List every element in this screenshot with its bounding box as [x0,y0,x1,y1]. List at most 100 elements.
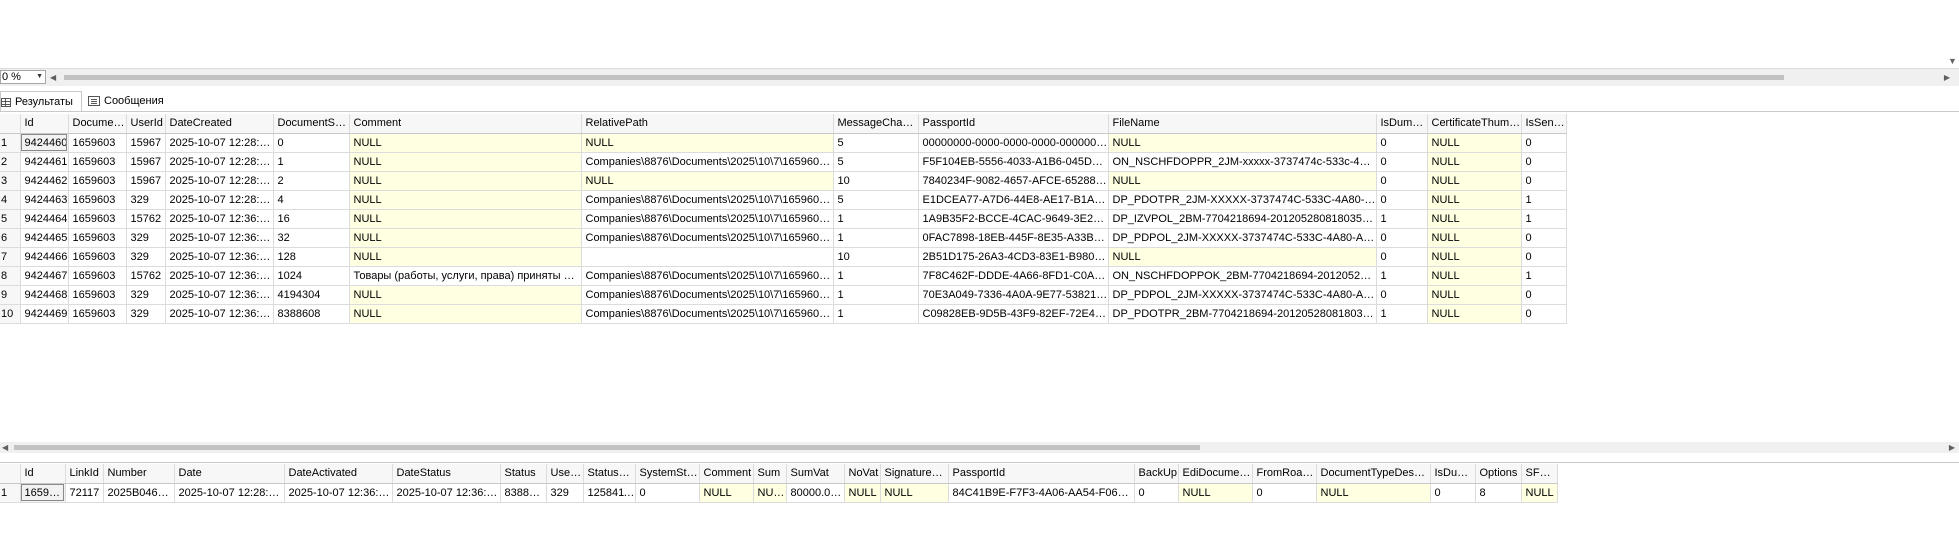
table-cell[interactable]: 2025-10-07 12:28:40.650 [174,483,285,503]
editor-vertical-scrollbar[interactable]: ▼ [1945,0,1959,68]
table-cell[interactable]: 2025-10-07 12:36:33.483 [392,483,501,503]
table-cell[interactable]: DP_PDOTPR_2BM-7704218694-201205280818035… [1108,304,1377,324]
table-row[interactable]: 194244601659603159672025-10-07 12:28:40.… [0,133,1567,153]
table-cell[interactable]: 2025-10-07 12:28:40.667 [165,133,274,153]
table-cell[interactable]: ON_NSCHFDOPPOK_2BM-7704218694-2012052808… [1108,266,1377,286]
column-header[interactable]: Id [20,464,66,484]
row-number[interactable]: 5 [0,209,21,229]
table-cell[interactable]: 9424463 [20,190,69,210]
results-table-1[interactable]: Id DocumentId UserId DateCreated DocumentSta… [0,114,1567,324]
table-cell[interactable]: 0FAC7898-18EB-445F-8E35-A33B77FFAB2C [918,228,1109,248]
table-cell[interactable]: 329 [546,483,584,503]
table-cell[interactable]: NULL [349,209,582,229]
zoom-dropdown[interactable]: 0 % ▼ [0,70,46,84]
column-header[interactable]: PassportId [948,464,1135,484]
table-cell[interactable]: 2025-10-07 12:28:41.277 [165,171,274,191]
table-cell[interactable]: DP_PDPOL_2JM-XXXXX-3737474C-533C-4A80-A2… [1108,228,1377,248]
row-number[interactable]: 2 [0,152,21,172]
table-cell[interactable]: NULL [1427,152,1522,172]
table-cell[interactable]: NULL [1427,171,1522,191]
row-number[interactable]: 9 [0,285,21,305]
table-cell[interactable]: NULL [1316,483,1431,503]
table-cell[interactable]: 2025-10-07 12:36:32.710 [165,266,274,286]
table-cell[interactable]: 72117 [65,483,104,503]
table-cell[interactable]: 1 [833,285,919,305]
table-cell[interactable]: 1 [1521,190,1567,210]
table-cell[interactable]: 329 [126,190,166,210]
table-cell[interactable]: Companies\8876\Documents\2025\10\7\16596… [581,209,834,229]
table-row[interactable]: 11659603721172025B04676972025-10-07 12:2… [0,483,1558,503]
column-header[interactable]: RelativePath [581,114,834,134]
table-cell[interactable]: NULL [1108,247,1377,267]
table-cell[interactable]: 1659603 [68,171,127,191]
table-cell[interactable]: NULL [1427,190,1522,210]
table-cell[interactable]: 1659603 [68,247,127,267]
table-cell[interactable]: 1 [1376,266,1428,286]
table-cell[interactable]: 15762 [126,266,166,286]
table-cell[interactable]: 5 [833,152,919,172]
table-row[interactable]: 10942446916596033292025-10-07 12:36:33.2… [0,304,1567,324]
table-cell[interactable]: 1 [833,304,919,324]
table-cell[interactable]: 00000000-0000-0000-0000-000000000000 [918,133,1109,153]
table-cell[interactable]: 9424469 [20,304,69,324]
table-row[interactable]: 294244611659603159672025-10-07 12:28:41.… [0,152,1567,172]
table-cell[interactable]: 9424461 [20,152,69,172]
table-cell[interactable]: 0 [1521,285,1567,305]
table-cell[interactable]: 1A9B35F2-BCCE-4CAC-9649-3E27CA0FD27A [918,209,1109,229]
row-number-header[interactable] [0,464,21,484]
table-cell[interactable]: NULL [1427,228,1522,248]
column-header[interactable]: FileName [1108,114,1377,134]
column-header[interactable]: DateActivated [284,464,393,484]
table-cell[interactable]: NULL [753,483,787,503]
table-cell[interactable]: 10 [833,247,919,267]
table-cell[interactable]: 4194304 [273,285,350,305]
table-cell[interactable]: Companies\8876\Documents\2025\10\7\16596… [581,304,834,324]
editor-horizontal-scrollbar[interactable]: ◀ ▶ [50,72,1950,83]
table-cell[interactable]: 16 [273,209,350,229]
table-row[interactable]: 4942446316596033292025-10-07 12:28:41.93… [0,190,1567,210]
table-cell[interactable]: NULL [1521,483,1558,503]
table-cell[interactable]: NULL [349,152,582,172]
scroll-left-icon[interactable]: ◀ [2,442,8,453]
column-header[interactable]: DocumentStatus [273,114,350,134]
column-header[interactable]: Status [500,464,547,484]
table-cell[interactable]: 2B51D175-26A3-4CD3-83E1-B98073F64423 [918,247,1109,267]
column-header[interactable]: SFCorrection [1521,464,1558,484]
scroll-down-icon[interactable]: ▼ [1948,56,1957,66]
table-cell[interactable]: 4 [273,190,350,210]
column-header[interactable]: FromRoaming [1252,464,1317,484]
scroll-left-icon[interactable]: ◀ [50,72,56,83]
table-cell[interactable]: NULL [349,133,582,153]
results-grid-1[interactable]: Id DocumentId UserId DateCreated DocumentSta… [0,111,1959,453]
column-header[interactable]: BackUp [1134,464,1179,484]
column-header[interactable]: IsDumped [1430,464,1476,484]
table-cell[interactable]: DP_PDOTPR_2JM-XXXXX-3737474C-533C-4A80-A… [1108,190,1377,210]
column-header[interactable]: UserId [126,114,166,134]
table-cell[interactable]: NULL [581,133,834,153]
table-cell[interactable]: NULL [1108,133,1377,153]
table-cell[interactable]: 1659603 [68,285,127,305]
column-header[interactable]: CertificateThumbprint [1427,114,1522,134]
table-cell[interactable]: 2025-10-07 12:36:19.567 [165,247,274,267]
tab-results[interactable]: Результаты [0,91,82,111]
table-cell[interactable]: 8388608 [500,483,547,503]
table-cell[interactable]: NULL [581,171,834,191]
table-cell[interactable]: NULL [1108,171,1377,191]
table-cell[interactable]: 329 [126,304,166,324]
table-cell[interactable]: Companies\8876\Documents\2025\10\7\16596… [581,228,834,248]
table-cell[interactable]: Companies\8876\Documents\2025\10\7\16596… [581,285,834,305]
column-header[interactable]: NoVat [844,464,881,484]
table-row[interactable]: 394244621659603159672025-10-07 12:28:41.… [0,171,1567,191]
column-header[interactable]: Comment [349,114,582,134]
table-cell[interactable]: NULL [1427,209,1522,229]
column-header[interactable]: DocumentTypeDescription [1316,464,1431,484]
table-cell[interactable]: 2025-10-07 12:28:41.230 [165,152,274,172]
table-cell[interactable]: 9424460 [20,133,69,153]
table-cell[interactable]: 0 [1521,247,1567,267]
chevron-down-icon[interactable]: ▼ [36,71,43,83]
table-cell[interactable]: 9424466 [20,247,69,267]
table-cell[interactable]: 0 [1521,152,1567,172]
table-cell[interactable]: 1659603 [68,133,127,153]
table-cell[interactable]: 128 [273,247,350,267]
table-cell[interactable]: 2 [273,171,350,191]
